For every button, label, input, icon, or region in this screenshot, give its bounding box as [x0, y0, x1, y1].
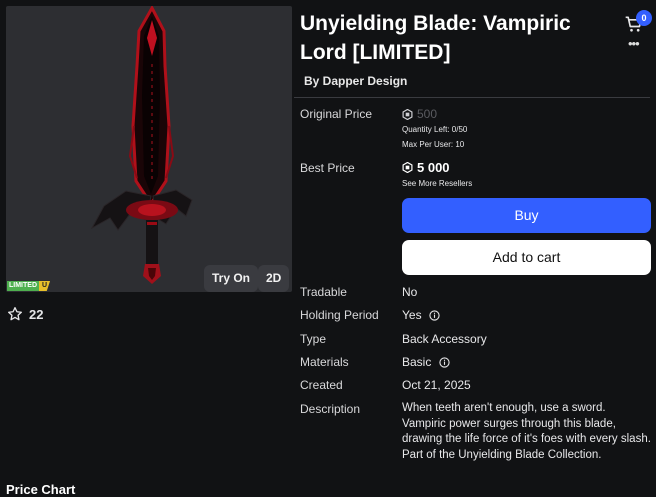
description-label: Description	[300, 402, 361, 416]
original-price-value: 500	[417, 107, 438, 121]
best-price: 5 000	[402, 160, 450, 175]
sword-image	[90, 6, 193, 284]
tradable-label: Tradable	[300, 285, 347, 299]
favorite-button[interactable]: 22	[7, 306, 43, 322]
favorite-count: 22	[29, 306, 44, 322]
add-to-cart-button[interactable]: Add to cart	[402, 240, 651, 275]
robux-icon	[402, 108, 413, 120]
item-thumbnail: Try On 2D	[6, 6, 292, 292]
original-price-label: Original Price	[300, 107, 373, 121]
buy-button[interactable]: Buy	[402, 198, 651, 233]
limited-label: LIMITED	[7, 281, 39, 291]
type-label: Type	[300, 332, 327, 346]
original-price: 500	[402, 107, 437, 121]
info-icon[interactable]	[439, 357, 450, 368]
try-on-button[interactable]: Try On	[204, 265, 259, 292]
star-icon	[7, 307, 22, 321]
created-label: Created	[300, 378, 343, 392]
holding-period-text: Yes	[402, 308, 422, 322]
item-title: Unyielding Blade: Vampiric Lord [LIMITED…	[300, 12, 571, 64]
materials-text: Basic	[402, 355, 432, 369]
max-per-user: Max Per User: 10	[402, 140, 465, 149]
materials-label: Materials	[300, 355, 349, 369]
materials-value: Basic	[402, 355, 450, 369]
robux-icon	[402, 162, 413, 173]
limited-u-label: U	[39, 281, 51, 291]
info-icon[interactable]	[429, 310, 440, 321]
limited-badge: LIMITED U	[7, 281, 51, 291]
see-more-resellers-link[interactable]: See More Resellers	[402, 179, 472, 188]
cart-count-badge: 0	[636, 10, 652, 26]
tradable-value: No	[402, 285, 418, 299]
holding-period-label: Holding Period	[300, 308, 379, 322]
creator-link[interactable]: By Dapper Design	[304, 74, 407, 88]
type-value[interactable]: Back Accessory	[402, 332, 487, 346]
divider	[294, 97, 650, 98]
holding-period-value: Yes	[402, 308, 440, 322]
created-value: Oct 21, 2025	[402, 378, 471, 392]
best-price-label: Best Price	[300, 161, 355, 175]
more-options-icon[interactable]: •••	[628, 37, 640, 50]
quantity-left: Quantity Left: 0/50	[402, 125, 468, 134]
description-text: When teeth aren't enough, use a sword. V…	[402, 402, 651, 461]
best-price-value: 5 000	[417, 160, 450, 175]
view-2d-button[interactable]: 2D	[258, 265, 290, 292]
